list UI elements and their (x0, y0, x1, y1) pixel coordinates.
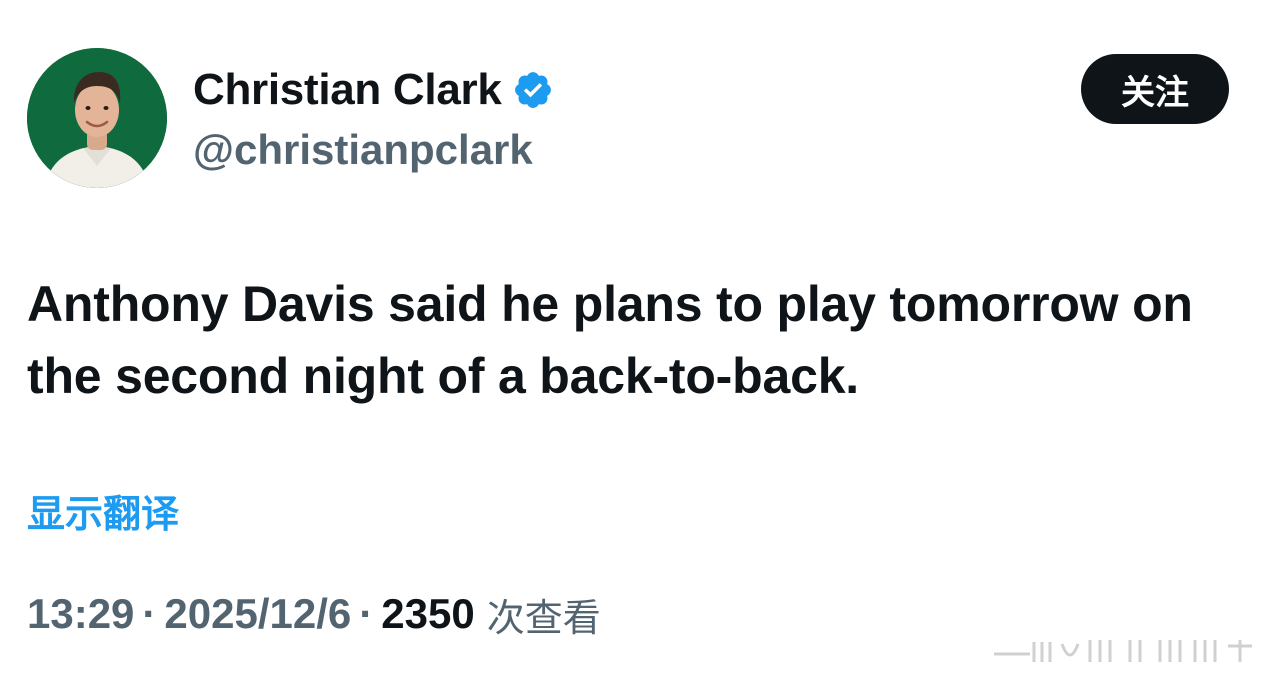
meta-separator: · (359, 590, 374, 637)
tweet-time[interactable]: 13:29 (27, 590, 134, 638)
avatar-image (27, 48, 167, 188)
views-count: 2350 (381, 590, 475, 637)
author-avatar[interactable] (27, 48, 167, 188)
watermark-icon (990, 634, 1260, 666)
author-name-row: Christian Clark (193, 64, 554, 116)
meta-separator: · (142, 590, 157, 637)
tweet-date[interactable]: 2025/12/6 (164, 590, 351, 638)
author-handle[interactable]: @christianpclark (193, 124, 533, 176)
tweet-text: Anthony Davis said he plans to play tomo… (27, 276, 1193, 404)
verified-badge-icon (512, 69, 554, 111)
views-label: 次查看 (486, 595, 601, 640)
show-translation-link[interactable]: 显示翻译 (27, 488, 179, 540)
author-display-name[interactable]: Christian Clark (193, 64, 502, 116)
follow-button[interactable]: 关注 (1081, 54, 1229, 124)
tweet-meta: 13:29 · 2025/12/6 · 2350 次查看 (27, 586, 601, 642)
